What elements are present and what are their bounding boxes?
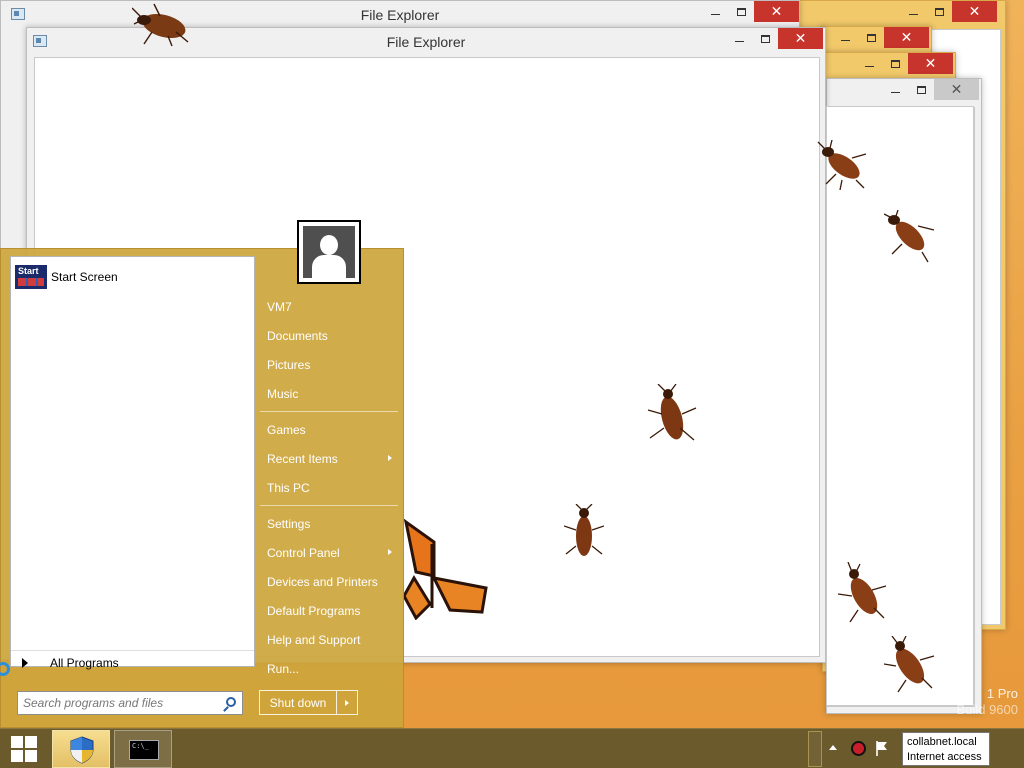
network-tooltip: collabnet.local Internet access: [902, 732, 990, 766]
all-programs-label: All Programs: [50, 655, 119, 670]
all-programs-button[interactable]: All Programs: [11, 650, 254, 674]
minimize-button[interactable]: [900, 1, 926, 22]
start-button[interactable]: [0, 729, 48, 768]
maximize-button[interactable]: [882, 53, 908, 74]
link-pictures[interactable]: Pictures: [260, 350, 398, 379]
link-music[interactable]: Music: [260, 379, 398, 408]
link-settings[interactable]: Settings: [260, 509, 398, 538]
link-user-folder[interactable]: VM7: [260, 292, 398, 321]
window-title: File Explorer: [360, 7, 440, 23]
start-screen-icon: Start: [15, 265, 47, 289]
shutdown-button[interactable]: Shut down: [259, 690, 358, 715]
taskbar-app-security[interactable]: [52, 730, 110, 768]
butterfly-icon: [402, 518, 488, 620]
submenu-arrow-icon: [388, 455, 392, 461]
separator: [260, 505, 398, 506]
search-icon[interactable]: [226, 697, 236, 707]
maximize-button[interactable]: [752, 28, 778, 49]
link-default-programs[interactable]: Default Programs: [260, 596, 398, 625]
separator: [260, 411, 398, 412]
show-desktop-edge[interactable]: [808, 731, 822, 767]
link-documents[interactable]: Documents: [260, 321, 398, 350]
cockroach-icon: [647, 384, 697, 441]
close-button[interactable]: ✕: [952, 1, 997, 22]
maximize-button[interactable]: [728, 1, 754, 22]
link-recent-items[interactable]: Recent Items: [260, 444, 398, 473]
maximize-button[interactable]: [858, 27, 884, 48]
close-button[interactable]: ✕: [908, 53, 953, 74]
user-avatar[interactable]: [297, 220, 361, 284]
taskbar: C:\_: [0, 728, 1024, 768]
maximize-button[interactable]: [908, 79, 934, 100]
minimize-button[interactable]: [702, 1, 728, 22]
minimize-button[interactable]: [856, 53, 882, 74]
cockroach-icon: [564, 504, 604, 556]
minimize-button[interactable]: [832, 27, 858, 48]
cockroach-icon: [132, 3, 189, 47]
start-menu: Start Start Screen All Programs VM7 Docu…: [0, 220, 404, 728]
minimize-button[interactable]: [882, 79, 908, 100]
windows-logo-icon: [11, 736, 37, 762]
link-this-pc[interactable]: This PC: [260, 473, 398, 502]
submenu-arrow-icon: [388, 549, 392, 555]
link-help-and-support[interactable]: Help and Support: [260, 625, 398, 654]
os-watermark: 1 Pro Build 9600: [956, 686, 1018, 717]
cockroach-icon: [884, 636, 935, 693]
search-box[interactable]: [17, 691, 243, 715]
link-devices-and-printers[interactable]: Devices and Printers: [260, 567, 398, 596]
action-center-flag-icon[interactable]: [875, 740, 889, 756]
close-button[interactable]: ✕: [934, 79, 979, 100]
programs-pane: Start Start Screen All Programs: [10, 256, 255, 670]
taskbar-app-command-prompt[interactable]: C:\_: [114, 730, 172, 768]
close-button[interactable]: ✕: [778, 28, 823, 49]
focus-indicator: [0, 662, 10, 676]
expand-arrow-icon: [22, 657, 28, 668]
maximize-button[interactable]: [926, 1, 952, 22]
shutdown-options-button[interactable]: [337, 691, 357, 714]
close-button[interactable]: ✕: [754, 1, 799, 22]
command-prompt-icon: C:\_: [129, 740, 159, 760]
cockroach-icon: [817, 140, 867, 190]
link-games[interactable]: Games: [260, 415, 398, 444]
link-run[interactable]: Run...: [260, 654, 398, 683]
link-control-panel[interactable]: Control Panel: [260, 538, 398, 567]
shutdown-label[interactable]: Shut down: [260, 691, 337, 714]
chevron-right-icon: [345, 699, 349, 706]
shield-icon: [70, 736, 94, 764]
show-hidden-icons-icon[interactable]: [829, 745, 837, 750]
close-button[interactable]: ✕: [884, 27, 929, 48]
search-input[interactable]: [23, 696, 219, 710]
pinned-item-start-screen[interactable]: Start Start Screen: [15, 265, 118, 289]
cockroach-icon: [838, 562, 887, 623]
cockroach-icon: [884, 210, 935, 263]
start-menu-links: VM7 Documents Pictures Music Games Recen…: [260, 292, 398, 683]
pinned-item-label: Start Screen: [51, 270, 118, 284]
network-icon[interactable]: [851, 741, 866, 756]
minimize-button[interactable]: [726, 28, 752, 49]
